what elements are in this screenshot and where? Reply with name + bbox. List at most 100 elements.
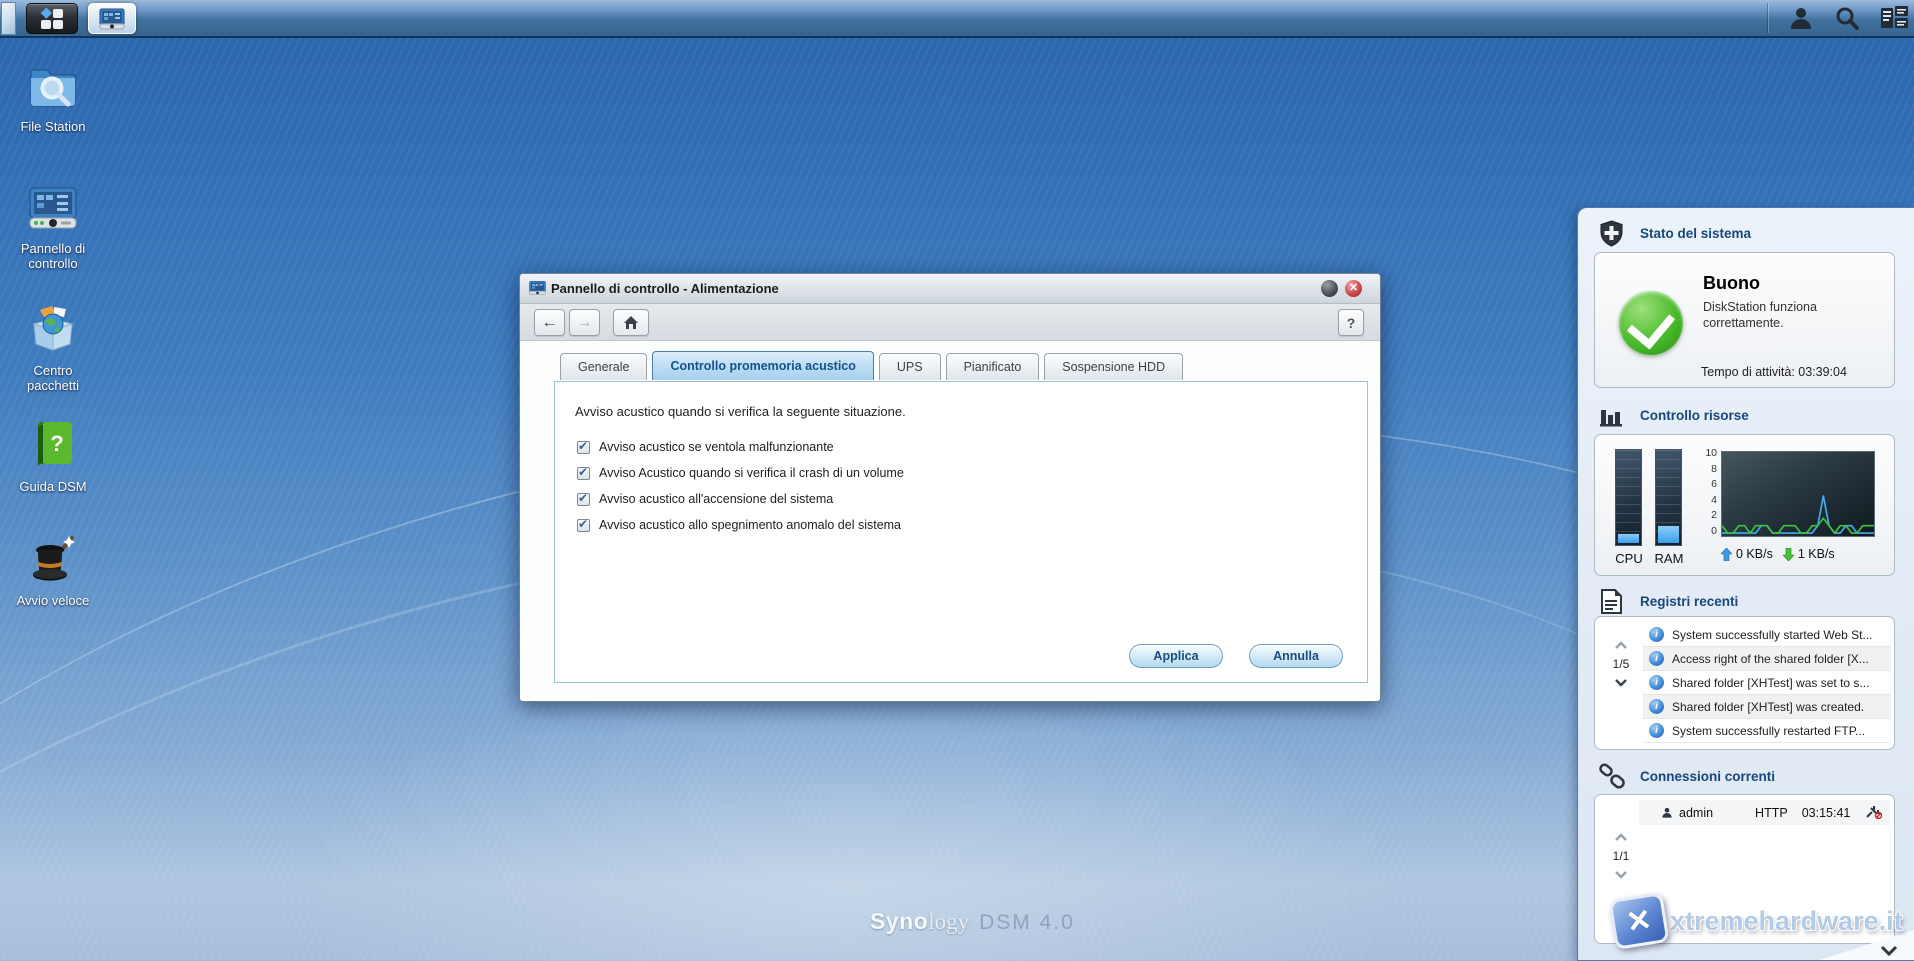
log-row[interactable]: i System successfully restarted FTP... — [1643, 719, 1891, 743]
system-status-header: Stato del sistema — [1578, 218, 1914, 252]
forward-button[interactable]: → — [569, 309, 600, 336]
main-menu-button[interactable] — [26, 3, 78, 34]
disconnect-icon[interactable] — [1866, 805, 1882, 819]
control-panel-icon — [99, 8, 125, 29]
taskbar-tray — [1767, 0, 1908, 36]
tab-panel: Avviso acustico quando si verifica la se… — [554, 381, 1368, 683]
page-up-icon[interactable] — [1614, 641, 1628, 650]
dialog-tabs: Generale Controllo promemoria acustico UPS… — [560, 351, 1184, 380]
window-title: Pannello di controllo - Alimentazione — [551, 281, 779, 296]
log-row[interactable]: i Access right of the shared folder [X... — [1643, 647, 1891, 671]
checkbox[interactable] — [577, 491, 590, 506]
user-icon[interactable] — [1788, 5, 1814, 31]
search-icon[interactable] — [1834, 5, 1860, 31]
system-status-box: Buono DiskStation funziona correttamente… — [1594, 252, 1895, 388]
network-chart-lines — [1722, 495, 1874, 534]
checkbox-label: Avviso acustico se ventola malfunzionant… — [599, 440, 834, 454]
log-document-icon — [1601, 589, 1622, 614]
minimize-button[interactable] — [1321, 280, 1338, 297]
log-text: Shared folder [XHTest] was set to s... — [1672, 675, 1870, 690]
recent-logs-box: 1/5 i System successfully started Web St.… — [1594, 616, 1895, 750]
help-button[interactable]: ? — [1338, 309, 1364, 336]
connection-row[interactable]: admin HTTP 03:15:41 — [1639, 800, 1890, 825]
panel-description: Avviso acustico quando si verifica la se… — [575, 404, 906, 419]
window-titlebar[interactable]: Pannello di controllo - Alimentazione ✕ — [520, 274, 1380, 304]
connections-pager: 1/1 — [1601, 833, 1641, 879]
control-panel-icon — [29, 187, 77, 229]
checkbox-row: Avviso acustico se ventola malfunzionant… — [577, 434, 904, 460]
user-icon — [1662, 807, 1672, 818]
tab-generale[interactable]: Generale — [560, 353, 648, 380]
control-panel-window: Pannello di controllo - Alimentazione ✕ … — [519, 273, 1381, 702]
ram-label: RAM — [1654, 551, 1684, 566]
bar-chart-icon — [1600, 410, 1622, 427]
log-text: Shared folder [XHTest] was created. — [1672, 699, 1865, 714]
svg-text:?: ? — [50, 431, 63, 456]
home-icon — [624, 316, 638, 329]
logs-pager: 1/5 — [1601, 641, 1641, 687]
desktop-icon-centro-pacchetti[interactable]: Centro pacchetti — [0, 302, 106, 393]
log-row[interactable]: i Shared folder [XHTest] was created. — [1643, 695, 1891, 719]
network-legend: 0 KB/s 1 KB/s — [1721, 547, 1835, 561]
page-down-icon[interactable] — [1614, 678, 1628, 687]
checkbox[interactable] — [577, 465, 590, 480]
sidebar-collapse-icon[interactable] — [1880, 945, 1898, 956]
chain-link-icon — [1599, 763, 1625, 789]
back-button[interactable]: ← — [534, 309, 565, 336]
sidebar-corner-fold — [1819, 930, 1914, 960]
checkbox-row: Avviso acustico allo spegnimento anomalo… — [577, 512, 904, 538]
uptime-label: Tempo di attività: 03:39:04 — [1701, 365, 1847, 379]
ram-gauge[interactable] — [1655, 449, 1682, 546]
file-station-icon — [30, 69, 76, 107]
desktop-icon-guida-dsm[interactable]: ? Guida DSM — [0, 418, 106, 494]
tray-divider — [1767, 3, 1768, 33]
cpu-gauge[interactable] — [1615, 449, 1642, 546]
show-desktop-button[interactable] — [1, 2, 16, 35]
desktop-icon-file-station[interactable]: File Station — [0, 58, 106, 134]
log-row[interactable]: i System successfully started Web St... — [1643, 623, 1891, 647]
tab-ups[interactable]: UPS — [878, 353, 941, 380]
widget-sidebar: Stato del sistema Buono DiskStation funz… — [1577, 207, 1914, 961]
page-down-icon[interactable] — [1614, 870, 1628, 879]
log-list: i System successfully started Web St... i A… — [1643, 623, 1891, 743]
section-title: Controllo risorse — [1640, 408, 1749, 423]
download-arrow-icon — [1782, 547, 1794, 561]
window-toolbar: ← → ? — [520, 304, 1380, 341]
connections-box: 1/1 admin HTTP 03:15:41 — [1594, 794, 1895, 944]
network-chart[interactable] — [1721, 451, 1875, 537]
desktop-icon-label: Avvio veloce — [16, 593, 90, 608]
tab-sospensione-hdd[interactable]: Sospensione HDD — [1044, 353, 1184, 380]
checkbox-row: Avviso Acustico quando si verifica il cr… — [577, 460, 904, 486]
desktop-icon-pannello-di-controllo[interactable]: Pannello di controllo — [0, 180, 106, 271]
status-label: Buono — [1703, 273, 1760, 293]
checkbox[interactable] — [577, 517, 590, 532]
checkbox[interactable] — [577, 439, 590, 454]
connection-protocol: HTTP — [1755, 805, 1788, 820]
shield-icon — [1600, 220, 1623, 247]
home-button[interactable] — [613, 309, 649, 336]
tab-controllo-promemoria-acustico[interactable]: Controllo promemoria acustico — [652, 351, 874, 380]
brand-syno: Syno — [870, 908, 929, 934]
pilot-view-icon[interactable] — [1880, 6, 1908, 30]
logs-page-indicator: 1/5 — [1612, 657, 1630, 671]
close-button[interactable]: ✕ — [1345, 280, 1362, 297]
connections-page-indicator: 1/1 — [1612, 849, 1630, 863]
apply-button[interactable]: Applica — [1129, 644, 1223, 668]
desktop-icon-label: File Station — [20, 119, 86, 134]
window-content: Generale Controllo promemoria acustico UPS… — [520, 341, 1380, 701]
info-icon: i — [1649, 723, 1664, 738]
status-ok-icon — [1619, 291, 1683, 355]
dsm-help-icon: ? — [38, 422, 72, 466]
checkbox-label: Avviso acustico all'accensione del siste… — [599, 492, 834, 506]
cancel-button[interactable]: Annulla — [1249, 644, 1343, 668]
page-up-icon[interactable] — [1614, 833, 1628, 842]
control-panel-task-button[interactable] — [88, 3, 136, 34]
desktop-icon-label: Guida DSM — [19, 479, 87, 494]
resource-monitor-header: Controllo risorse — [1578, 400, 1914, 434]
desktop-icon-avvio-veloce[interactable]: Avvio veloce — [0, 532, 106, 608]
log-row[interactable]: i Shared folder [XHTest] was set to s... — [1643, 671, 1891, 695]
dialog-buttons: Applica Annulla — [1129, 644, 1343, 668]
status-message: DiskStation funziona correttamente. — [1703, 300, 1817, 330]
tab-pianificato[interactable]: Pianificato — [945, 353, 1040, 380]
resource-monitor-box: CPU RAM 10 8 6 4 2 0 0 KB/s 1 KB/s — [1594, 434, 1895, 576]
